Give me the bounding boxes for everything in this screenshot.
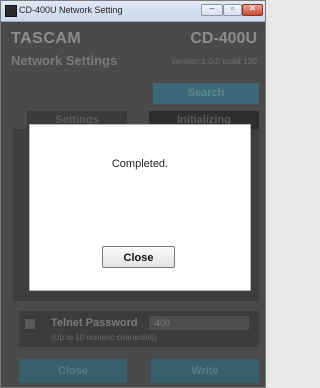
telnet-password-checkbox[interactable] — [25, 319, 35, 329]
dialog-close-button[interactable]: Close — [102, 246, 175, 268]
model-name: CD-400U — [190, 30, 257, 47]
search-button[interactable]: Search — [153, 83, 259, 104]
window-close-button[interactable]: ✕ — [242, 3, 263, 16]
minimize-icon: – — [209, 3, 215, 13]
window-title: CD-400U Network Setting — [19, 5, 123, 15]
maximize-icon: ▫ — [230, 3, 235, 13]
brand-logo: TASCAM — [11, 30, 82, 47]
maximize-button[interactable]: ▫ — [223, 3, 242, 16]
close-button[interactable]: Close — [19, 359, 127, 383]
close-icon: ✕ — [248, 3, 257, 13]
completion-dialog: Completed. Close — [29, 124, 251, 291]
telnet-password-label: Telnet Password — [51, 317, 138, 329]
telnet-password-hint: (Up to 10 numeric characters) — [51, 333, 157, 342]
dialog-message: Completed. — [111, 158, 169, 170]
app-header: TASCAM CD-400U Network Settings version:… — [1, 22, 265, 82]
version-label: version:1.0.0 build:130 — [171, 56, 257, 66]
app-icon — [5, 5, 17, 17]
title-bar: CD-400U Network Setting – ▫ ✕ — [1, 1, 265, 22]
telnet-password-row: Telnet Password 400 (Up to 10 numeric ch… — [19, 311, 259, 347]
minimize-button[interactable]: – — [201, 3, 223, 16]
write-button[interactable]: Write — [151, 359, 259, 383]
telnet-password-field[interactable]: 400 — [149, 316, 249, 330]
app-window: CD-400U Network Setting – ▫ ✕ TASCAM CD-… — [0, 0, 266, 388]
page-title: Network Settings — [11, 53, 118, 68]
